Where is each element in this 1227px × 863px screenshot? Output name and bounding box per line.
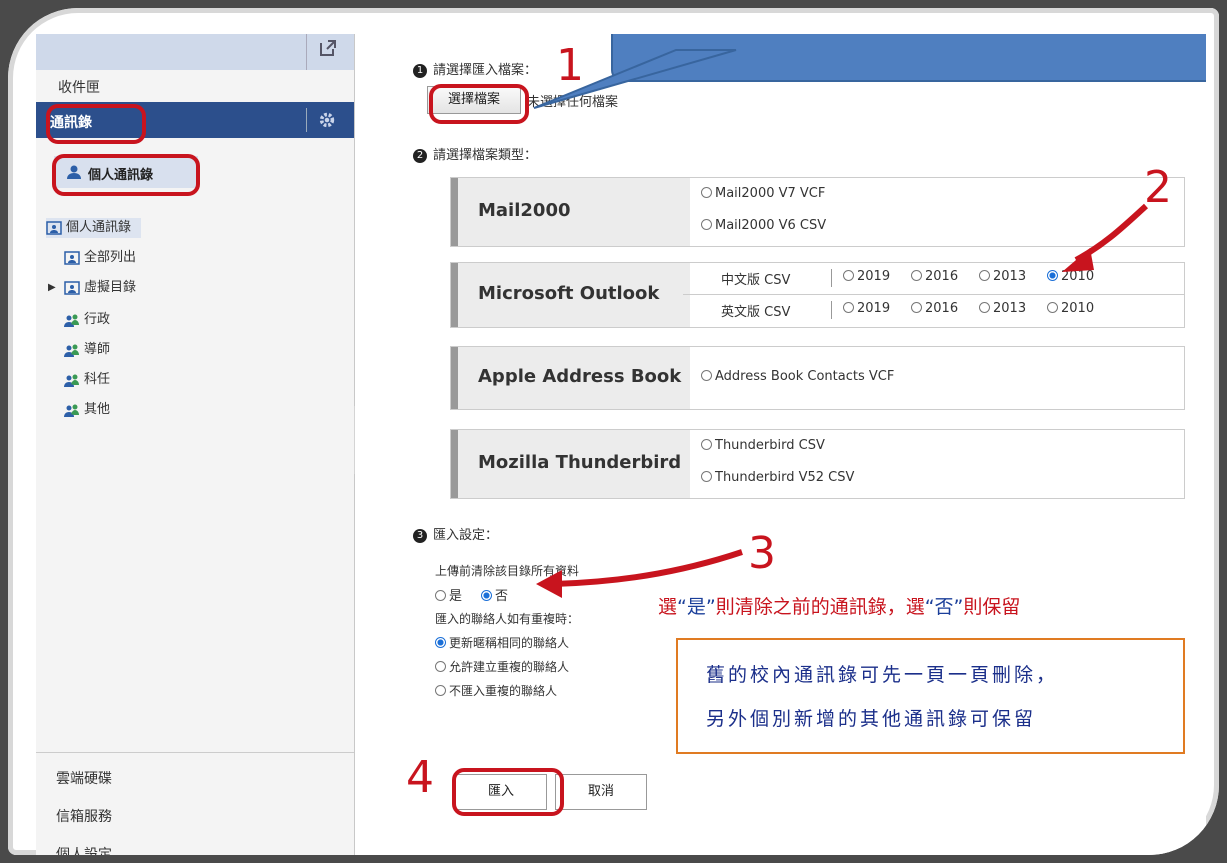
callout-pointer — [533, 49, 737, 109]
note-no: “否” — [924, 596, 964, 618]
arrow-head — [536, 570, 562, 598]
note-box-line-1: 舊的校內通訊錄可先一頁一頁刪除， — [706, 664, 1059, 686]
annotation-note-box: 舊的校內通訊錄可先一頁一頁刪除， 另外個別新增的其他通訊錄可保留 — [676, 638, 1185, 754]
note-text: 則清除之前的通訊錄，選 — [715, 596, 925, 618]
note-box-line-2: 另外個別新增的其他通訊錄可保留 — [706, 708, 1037, 730]
note-text: 選 — [658, 596, 678, 618]
note-yes: “是” — [677, 596, 716, 618]
annotation-note: 選“是”則清除之前的通訊錄，選“否”則保留 — [658, 592, 1020, 619]
arrow-to-radio-no — [553, 549, 743, 587]
arrow-head — [1062, 248, 1094, 272]
screenshot-frame: 收件匣 通訊錄 個人通訊錄 個人通訊錄 全部列出 ▶ 虛擬目錄 行政 導師 科任 其他 雲端硬… — [8, 8, 1219, 855]
note-text: 則保留 — [963, 596, 1021, 618]
